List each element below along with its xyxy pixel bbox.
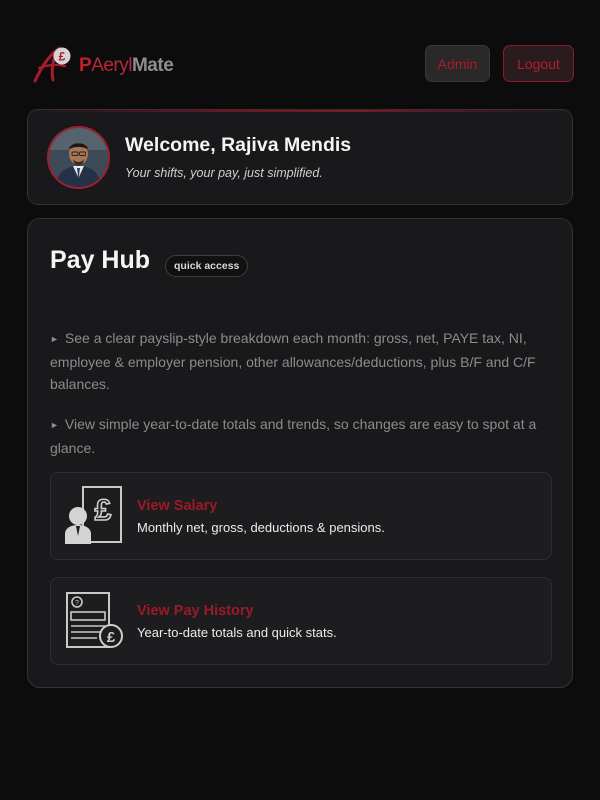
- profile-photo-icon: [49, 128, 108, 187]
- feature-bullet-text: View simple year-to-date totals and tren…: [50, 416, 537, 456]
- top-header: £ PAerylMate Admin Logout: [0, 0, 600, 110]
- avatar: [47, 126, 110, 189]
- pay-hub-card: Pay Hub quick access ► See a clear paysli…: [27, 218, 573, 688]
- logout-button[interactable]: Logout: [503, 45, 574, 82]
- view-salary-link[interactable]: £ View Salary Monthly net, gross, deduct…: [50, 472, 552, 560]
- admin-button[interactable]: Admin: [425, 45, 490, 82]
- welcome-heading: Welcome, Rajiva Mendis: [125, 134, 352, 156]
- svg-text:£: £: [95, 494, 112, 527]
- welcome-card: Welcome, Rajiva Mendis Your shifts, your…: [27, 109, 573, 205]
- salary-icon: £: [65, 486, 122, 544]
- app-logo[interactable]: £ PAerylMate: [31, 44, 174, 84]
- view-salary-title[interactable]: View Salary: [137, 498, 217, 514]
- feature-bullet-text: See a clear payslip-style breakdown each…: [50, 330, 536, 392]
- feature-bullet: ► See a clear payslip-style breakdown eac…: [50, 327, 555, 395]
- triangle-bullet-icon: ►: [50, 334, 59, 344]
- view-pay-history-description: Year-to-date totals and quick stats.: [137, 625, 337, 640]
- view-pay-history-link[interactable]: ? £ View Pay History Year-to-date totals…: [50, 577, 552, 665]
- pay-history-icon: ? £: [66, 592, 123, 648]
- logo-wordmark: PAerylMate: [79, 54, 174, 76]
- welcome-subtitle: Your shifts, your pay, just simplified.: [125, 166, 323, 180]
- feature-bullet: ► View simple year-to-date totals and tre…: [50, 413, 555, 459]
- svg-text:£: £: [59, 50, 66, 64]
- pay-hub-title: Pay Hub: [50, 246, 151, 274]
- app-page: £ PAerylMate Admin Logout Welcome, Rajiv…: [0, 0, 600, 800]
- view-pay-history-title[interactable]: View Pay History: [137, 603, 254, 619]
- svg-text:?: ?: [75, 600, 79, 607]
- logo-mark-icon: £: [33, 45, 71, 83]
- quick-access-badge: quick access: [165, 255, 249, 277]
- triangle-bullet-icon: ►: [50, 420, 59, 430]
- svg-text:£: £: [107, 629, 116, 646]
- view-salary-description: Monthly net, gross, deductions & pension…: [137, 520, 385, 535]
